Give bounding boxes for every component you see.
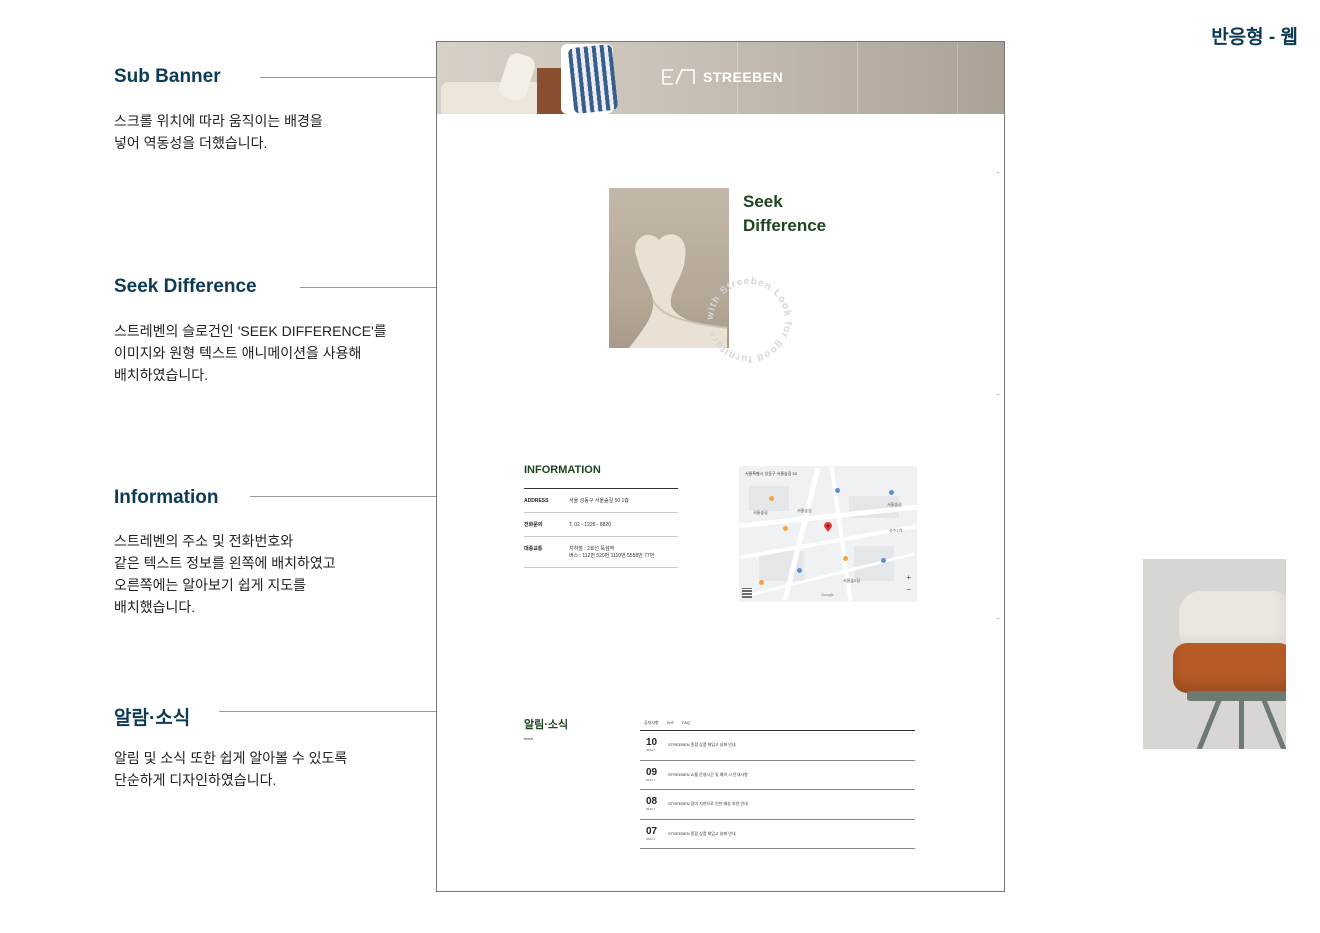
- site-logo[interactable]: STREEBEN: [661, 68, 783, 86]
- seek-difference-heading: Seek Difference: [743, 192, 827, 235]
- news-date: 10 2024.7: [646, 737, 658, 753]
- sub-banner: STREEBEN: [437, 42, 1004, 114]
- info-value: T. 02 - 1225 - 8820: [569, 522, 611, 528]
- info-label: 대중교통: [524, 546, 543, 552]
- stool-seat: [1187, 691, 1286, 701]
- connector-line: [260, 77, 438, 78]
- connector-line: [300, 287, 438, 288]
- scroll-marker: [997, 172, 999, 173]
- pillow-stool-photo: [1143, 559, 1286, 749]
- news-item[interactable]: 10 2024.7 STREEBEN 종합 상품 재입고 날짜 안내: [640, 731, 915, 761]
- annotation-title-seek-difference: Seek Difference: [114, 276, 257, 297]
- map-poi-icon: [769, 496, 774, 501]
- info-label: 전화문의: [524, 522, 543, 528]
- info-row-transit: 대중교통 지하철 : 2호선 뚝섬역 버스 : 112번 520번 1110번 …: [524, 537, 678, 568]
- news-item-title: STREEBEN 쇼룸 운영시간 및 예약 시 안내사항: [668, 771, 748, 777]
- orange-pillow: [1173, 643, 1286, 693]
- map-poi-icon: [797, 568, 802, 573]
- info-row-address: ADDRESS 서울 성동구 서울숲길 50 1층: [524, 489, 678, 513]
- news-date: 07 2024.7: [646, 825, 658, 841]
- logo-text: STREEBEN: [703, 69, 784, 85]
- map-label: 서울숲길: [753, 510, 768, 515]
- information-table: ADDRESS 서울 성동구 서울숲길 50 1층 전화문의 T. 02 - 1…: [524, 488, 678, 568]
- news-item-title: STREEBEN 종합 상품 재입고 날짜 안내: [668, 742, 736, 748]
- map-poi-icon: [843, 556, 848, 561]
- news-item[interactable]: 07 2024.7 STREEBEN 종합 상품 재입고 날짜 안내: [640, 820, 915, 849]
- news-item-title: STREEBEN 장마 지연으로 인한 배송 지연 안내: [668, 801, 748, 807]
- news-tabs: 공지사항 뉴스 FAQ: [644, 720, 690, 726]
- svg-text:with Streeben Look for good fu: with Streeben Look for good furniture: [705, 276, 793, 364]
- map-poi-icon: [835, 488, 840, 493]
- map-poi-icon: [759, 580, 764, 585]
- news-date: 08 2024.7: [646, 796, 658, 812]
- tab-faq[interactable]: FAQ: [682, 720, 690, 726]
- news-item[interactable]: 09 2024.7 STREEBEN 쇼룸 운영시간 및 예약 시 안내사항: [640, 761, 915, 790]
- website-mockup: STREEBEN Seek Difference with Streeben L…: [436, 41, 1005, 892]
- connector-line: [250, 496, 438, 497]
- map-poi-icon: [889, 490, 894, 495]
- annotation-desc-sub-banner: 스크롤 위치에 따라 움직이는 배경을 넣어 역동성을 더했습니다.: [114, 113, 323, 151]
- white-pillow: [1179, 591, 1286, 647]
- qr-code-icon: [742, 588, 752, 598]
- responsive-web-tag: 반응형 - 웹: [1211, 27, 1298, 48]
- location-map[interactable]: 서울특별시 성동구 서울숲길 50 서울숲길 서울숲길 서울숲길 서울숲2길 성…: [739, 466, 917, 602]
- news-item[interactable]: 08 2024.7 STREEBEN 장마 지연으로 인한 배송 지연 안내: [640, 790, 915, 820]
- tab-news[interactable]: 뉴스: [667, 720, 674, 726]
- tab-notice[interactable]: 공지사항: [644, 720, 659, 726]
- logo-mark-icon: [662, 69, 695, 85]
- map-poi-icon: [881, 558, 886, 563]
- map-label: 서울숲2길: [843, 578, 860, 583]
- news-item-title: STREEBEN 종합 상품 재입고 날짜 안내: [668, 830, 736, 836]
- zoom-out-icon[interactable]: −: [906, 584, 911, 596]
- scroll-marker: [997, 394, 999, 395]
- connector-line: [219, 711, 438, 712]
- info-value: 서울 성동구 서울숲길 50 1층: [569, 498, 629, 504]
- map-zoom-control[interactable]: + −: [906, 572, 911, 596]
- map-label: 서울숲길: [887, 502, 902, 507]
- annotation-desc-news: 알림 및 소식 또한 쉽게 알아볼 수 있도록 단순하게 디자인하였습니다.: [114, 750, 348, 788]
- annotation-title-sub-banner: Sub Banner: [114, 66, 221, 87]
- stool-leg: [1261, 698, 1286, 749]
- info-label: ADDRESS: [524, 498, 549, 504]
- annotation-title-information: Information: [114, 487, 219, 508]
- news-list: 10 2024.7 STREEBEN 종합 상품 재입고 날짜 안내 09 20…: [640, 730, 915, 849]
- news-heading: 알림·소식: [524, 719, 569, 731]
- map-address: 서울특별시 성동구 서울숲길 50: [745, 471, 797, 476]
- info-value: 지하철 : 2호선 뚝섬역 버스 : 112번 520번 1110번 5558번…: [569, 546, 655, 559]
- annotation-desc-seek-difference: 스트레벤의 슬로건인 'SEEK DIFFERENCE'를 이미지와 원형 텍스…: [114, 323, 387, 383]
- striped-pillow: [567, 43, 619, 114]
- annotation-desc-information: 스트레벤의 주소 및 전화번호와 같은 텍스트 정보를 왼쪽에 배치하였고 오른…: [114, 533, 336, 615]
- annotation-title-news: 알람·소식: [114, 708, 191, 729]
- map-label: 성수1가: [889, 528, 903, 533]
- zoom-in-icon[interactable]: +: [906, 572, 911, 584]
- map-poi-icon: [783, 526, 788, 531]
- map-google-label: Google: [821, 592, 834, 597]
- information-heading: INFORMATION: [524, 464, 601, 476]
- stool-leg: [1239, 699, 1244, 749]
- map-label: 서울숲길: [797, 508, 812, 513]
- location-pin-icon: [824, 522, 832, 532]
- scroll-marker: [997, 618, 999, 619]
- stool-leg: [1196, 698, 1222, 749]
- info-row-phone: 전화문의 T. 02 - 1225 - 8820: [524, 513, 678, 537]
- news-date: 09 2024.7: [646, 766, 658, 782]
- news-more-link[interactable]: more: [524, 736, 533, 741]
- circle-text-path: with Streeben Look for good furniture: [705, 276, 792, 364]
- rotating-circle-text: with Streeben Look for good furniture: [705, 276, 793, 364]
